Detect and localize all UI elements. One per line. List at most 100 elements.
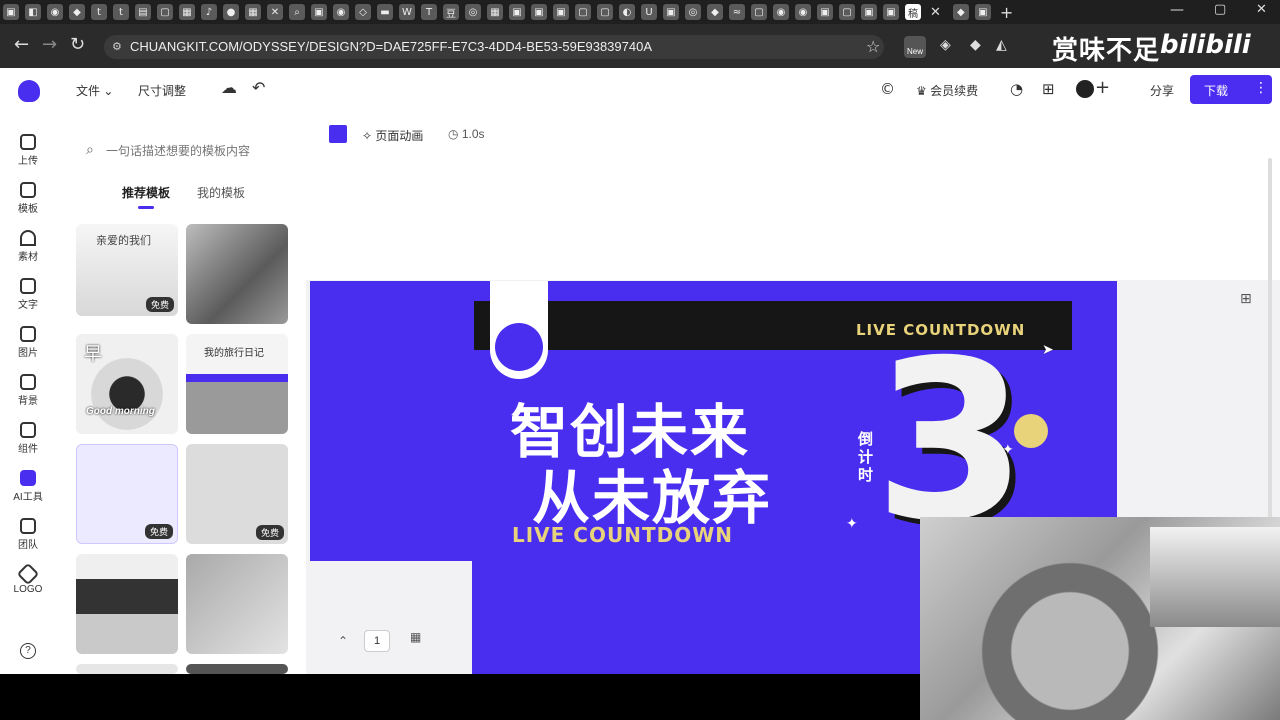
add-page-icon[interactable]: ⊞	[1042, 80, 1055, 98]
file-menu[interactable]: 文件 ⌄	[76, 82, 113, 99]
avatar[interactable]	[1076, 80, 1094, 98]
tab-icon[interactable]: ▢	[597, 4, 613, 20]
tab-icon[interactable]: ▣	[974, 4, 991, 20]
page-number[interactable]: 1	[364, 630, 390, 652]
copyright-icon[interactable]: ©	[880, 80, 895, 98]
tab-icon[interactable]: ▢	[157, 4, 173, 20]
rail-item-image[interactable]: 图片	[4, 326, 52, 359]
tab-icon[interactable]: ▦	[487, 4, 503, 20]
tab-icon[interactable]: ✕	[267, 4, 283, 20]
back-icon[interactable]: ←	[14, 34, 29, 55]
close-window-icon[interactable]: ✕	[1256, 2, 1267, 17]
add-comment-icon[interactable]: ⊞	[1240, 290, 1252, 307]
tab-icon[interactable]: ◉	[795, 4, 811, 20]
tab-icon[interactable]: ▢	[575, 4, 591, 20]
rail-item-team[interactable]: 团队	[4, 518, 52, 551]
page-grid-icon[interactable]: ▦	[410, 630, 421, 644]
tab-icon[interactable]: ◎	[685, 4, 701, 20]
undo-icon[interactable]: ↶	[252, 78, 265, 97]
rail-item-ai[interactable]: AI工具	[4, 470, 52, 503]
tab-icon[interactable]: U	[641, 4, 657, 20]
comment-icon[interactable]: ◔	[1010, 80, 1023, 98]
tab-icon[interactable]: ▢	[839, 4, 855, 20]
tab-icon[interactable]: ♪	[201, 4, 217, 20]
template-thumbnail[interactable]: 早 Good morning	[76, 334, 178, 434]
tab-icon[interactable]: ◉	[333, 4, 349, 20]
tab-icon[interactable]: ▣	[311, 4, 327, 20]
rail-item-upload[interactable]: 上传	[4, 134, 52, 167]
url-field[interactable]: ⚙ CHUANGKIT.COM/ODYSSEY/DESIGN?D=DAE725F…	[104, 35, 884, 59]
template-thumbnail[interactable]	[186, 664, 288, 674]
tab-icon[interactable]: ◆	[707, 4, 723, 20]
maximize-icon[interactable]: ▢	[1214, 2, 1226, 17]
tab-icon[interactable]: t	[91, 4, 107, 20]
template-thumbnail[interactable]	[186, 554, 288, 654]
workspace-scrollbar[interactable]	[1268, 158, 1272, 578]
template-thumbnail[interactable]	[76, 664, 178, 674]
tab-icon[interactable]: ▣	[663, 4, 679, 20]
tab-recommended[interactable]: 推荐模板	[122, 184, 170, 201]
template-thumbnail[interactable]	[186, 224, 288, 324]
tab-icon[interactable]: ▣	[861, 4, 877, 20]
tab-icon[interactable]: ◉	[773, 4, 789, 20]
extension-puzzle-icon[interactable]: ◆	[970, 37, 981, 53]
template-thumbnail[interactable]: 我的旅行日记	[186, 334, 288, 434]
tab-icon[interactable]: W	[399, 4, 415, 20]
minimize-icon[interactable]: —	[1170, 2, 1184, 18]
template-thumbnail[interactable]: 免费	[186, 444, 288, 544]
page-color-swatch[interactable]	[329, 125, 347, 143]
forward-icon[interactable]: →	[42, 34, 57, 55]
tab-icon[interactable]: ◉	[47, 4, 63, 20]
new-tab-icon[interactable]: +	[1000, 3, 1013, 22]
tab-icon[interactable]: ◆	[69, 4, 85, 20]
rail-item-material[interactable]: 素材	[4, 230, 52, 263]
template-search-input[interactable]	[104, 140, 294, 162]
rail-item-template[interactable]: 模板	[4, 182, 52, 215]
cloud-save-icon[interactable]: ☁	[221, 78, 237, 97]
tab-icon[interactable]: ◧	[25, 4, 41, 20]
tab-icon[interactable]: ▦	[245, 4, 261, 20]
extension-new-icon[interactable]: New	[904, 36, 926, 58]
tab-icon[interactable]: ▬	[377, 4, 393, 20]
page-animation-button[interactable]: ✧ 页面动画	[362, 127, 423, 144]
rail-item-logo[interactable]: LOGO	[4, 562, 52, 595]
site-info-icon[interactable]: ⚙	[112, 35, 122, 59]
tab-my-templates[interactable]: 我的模板	[197, 184, 245, 201]
tab-icon[interactable]: ▣	[817, 4, 833, 20]
tab-icon[interactable]: ▦	[179, 4, 195, 20]
active-tab-icon[interactable]: 稿	[905, 4, 921, 20]
rail-item-component[interactable]: 组件	[4, 422, 52, 455]
tab-icon[interactable]: ▣	[553, 4, 569, 20]
reload-icon[interactable]: ↻	[70, 34, 85, 55]
tab-icon[interactable]: ▤	[135, 4, 151, 20]
resize-button[interactable]: 尺寸调整	[138, 82, 186, 99]
bookmark-star-icon[interactable]: ☆	[866, 37, 880, 56]
extension-icon[interactable]: ◭	[996, 37, 1007, 53]
tab-icon[interactable]: ◐	[619, 4, 635, 20]
tab-icon[interactable]: ▣	[531, 4, 547, 20]
tab-icon[interactable]: ◆	[952, 4, 969, 20]
duration-control[interactable]: ◷ 1.0s	[448, 127, 485, 141]
tab-icon[interactable]: ▣	[883, 4, 899, 20]
tab-icon[interactable]: ●	[223, 4, 239, 20]
template-thumbnail[interactable]	[76, 554, 178, 654]
download-button[interactable]: 下载 ⋮	[1190, 75, 1272, 104]
tab-icon[interactable]: ◇	[355, 4, 371, 20]
extension-shield-icon[interactable]: ◈	[940, 37, 951, 53]
help-icon[interactable]: ?	[20, 643, 36, 659]
chuangkit-logo-icon[interactable]	[18, 80, 40, 102]
tab-icon[interactable]: ◎	[465, 4, 481, 20]
rail-item-text[interactable]: 文字	[4, 278, 52, 311]
tab-icon[interactable]: t	[113, 4, 129, 20]
rail-item-background[interactable]: 背景	[4, 374, 52, 407]
tab-icon[interactable]: 豆	[443, 4, 459, 20]
more-options-icon[interactable]: ⋮	[1254, 79, 1268, 96]
tab-icon[interactable]: ⌕	[289, 4, 305, 20]
pager-up-icon[interactable]: ⌃	[338, 634, 348, 648]
tab-icon[interactable]: ▢	[751, 4, 767, 20]
close-tab-icon[interactable]: ✕	[930, 5, 941, 20]
tab-icon[interactable]: ≈	[729, 4, 745, 20]
tab-icon[interactable]: T	[421, 4, 437, 20]
template-thumbnail[interactable]: 免费	[76, 444, 178, 544]
invite-plus-icon[interactable]: +	[1095, 77, 1110, 98]
